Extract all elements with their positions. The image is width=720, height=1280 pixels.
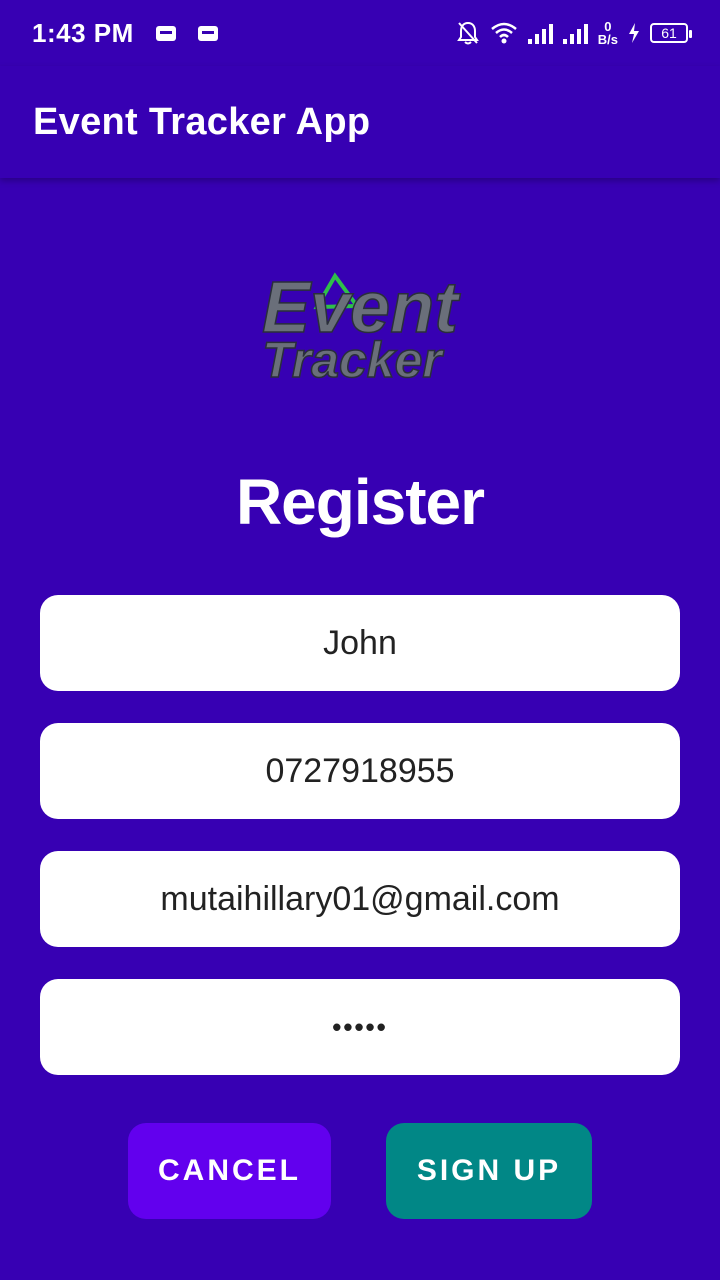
status-left: 1:43 PM xyxy=(32,18,218,49)
event-tracker-logo: Event Tracker xyxy=(261,267,462,387)
battery-icon: 61 xyxy=(650,23,692,43)
name-field[interactable]: John xyxy=(40,595,680,691)
network-speed: 0 B/s xyxy=(598,20,618,46)
message-notification-icon-2 xyxy=(197,25,218,41)
sign-up-button[interactable]: SIGN UP xyxy=(386,1123,592,1219)
signal-icon-2 xyxy=(562,22,588,44)
email-field[interactable]: mutaihillary01@gmail.com xyxy=(40,851,680,947)
password-field[interactable]: ••••• xyxy=(40,979,680,1075)
status-right: 0 B/s 61 xyxy=(456,20,692,46)
phone-field[interactable]: 0727918955 xyxy=(40,723,680,819)
app-title: Event Tracker App xyxy=(33,100,371,143)
message-notification-icon xyxy=(155,25,176,41)
app-bar: Event Tracker App xyxy=(0,66,720,178)
logo-line2: Tracker xyxy=(262,332,444,387)
network-speed-unit: B/s xyxy=(597,32,618,47)
wifi-icon xyxy=(490,22,517,44)
cancel-button[interactable]: CANCEL xyxy=(128,1123,331,1219)
status-bar: 1:43 PM 0 B/s 61 xyxy=(0,0,720,66)
register-title: Register xyxy=(235,466,485,538)
bell-muted-icon xyxy=(456,21,479,45)
charging-icon xyxy=(629,23,639,43)
status-time: 1:43 PM xyxy=(32,17,134,48)
signal-icon-1 xyxy=(527,22,553,44)
battery-level: 61 xyxy=(661,25,677,41)
